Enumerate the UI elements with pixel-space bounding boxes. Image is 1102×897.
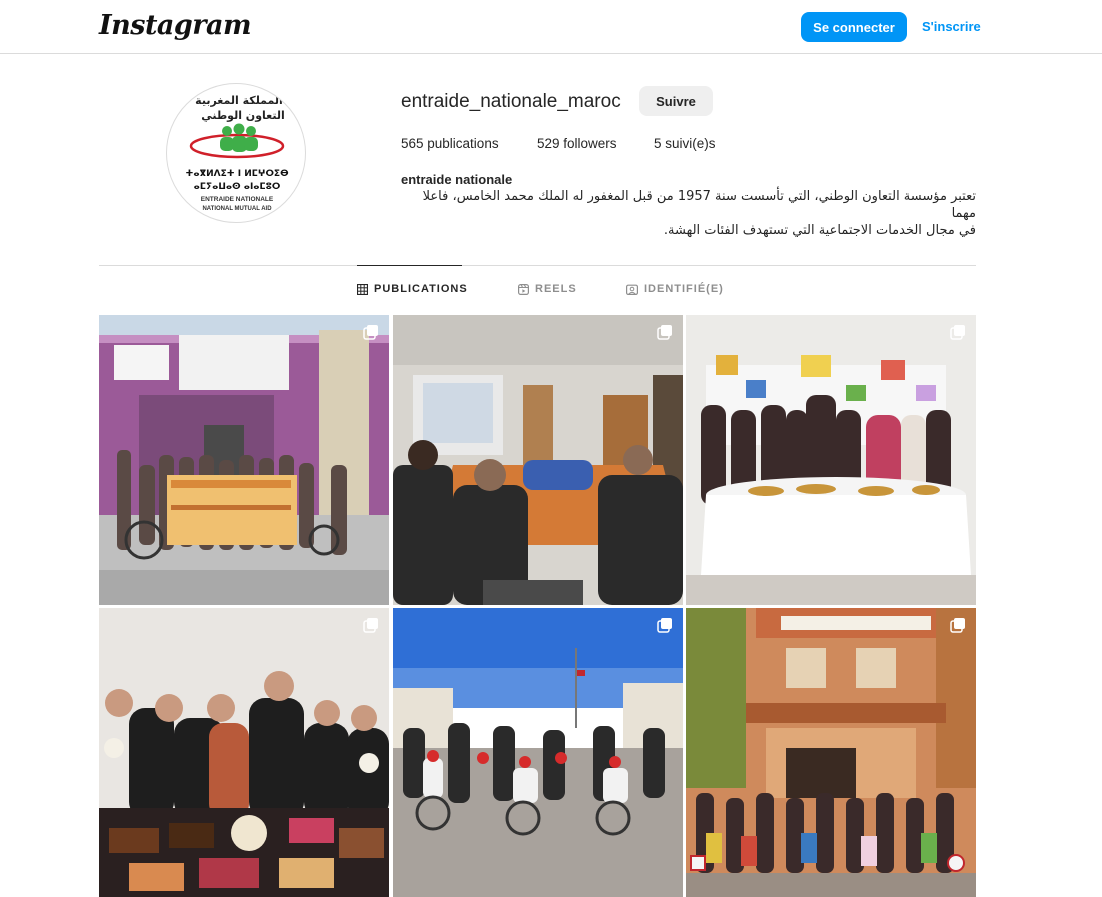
top-navigation-bar: Instagram Se connecter S'inscrire <box>0 0 1102 54</box>
post-thumbnail[interactable] <box>393 608 683 897</box>
stat-followers[interactable]: 529 followers <box>537 136 617 151</box>
logo-tifinagh-line-2: ⴰⵎⵢⴰⵡⴰⵙ ⴰⵏⴰⵎⵓⵔ <box>194 182 281 192</box>
bio-line: تعتبر مؤسسة التعاون الوطني، التي تأسست س… <box>422 189 976 221</box>
logo-french-line-2: NATIONAL MUTUAL AID <box>202 206 272 212</box>
tab-label: IDENTIFIÉ(E) <box>644 283 724 295</box>
instagram-logo[interactable]: Instagram <box>99 10 252 41</box>
carousel-icon <box>657 618 672 633</box>
bio-line: في مجال الخدمات الاجتماعية التي تستهدف ا… <box>663 223 976 238</box>
tagged-icon <box>626 284 638 295</box>
tabs-divider <box>99 265 976 266</box>
carousel-icon <box>950 325 965 340</box>
post-image <box>99 608 389 897</box>
tab-tagged[interactable]: IDENTIFIÉ(E) <box>626 283 724 295</box>
post-image <box>99 315 389 605</box>
carousel-icon <box>363 618 378 633</box>
logo-arabic-line-1: المملكة المغربية <box>195 94 283 107</box>
post-thumbnail[interactable] <box>393 315 683 605</box>
entraide-nationale-logo: المملكة المغربية التعاون الوطني ⵜⴰⴳⵍⴷⵉⵜ … <box>185 94 289 212</box>
follow-button[interactable]: Suivre <box>639 86 713 116</box>
logo-tifinagh-line-1: ⵜⴰⴳⵍⴷⵉⵜ ⵏ ⵍⵎⵖⵔⵉⴱ <box>185 169 289 179</box>
active-tab-indicator <box>357 265 462 266</box>
stat-following[interactable]: 5 suivi(e)s <box>654 136 716 151</box>
tab-label: REELS <box>535 283 577 295</box>
logo-french-line-1: ENTRAIDE NATIONALE <box>201 196 274 203</box>
post-image <box>393 315 683 605</box>
profile-avatar[interactable]: المملكة المغربية التعاون الوطني ⵜⴰⴳⵍⴷⵉⵜ … <box>166 83 306 223</box>
carousel-icon <box>950 618 965 633</box>
login-button[interactable]: Se connecter <box>801 12 907 42</box>
profile-full-name: entraide nationale <box>401 172 513 187</box>
tab-reels[interactable]: REELS <box>518 283 577 295</box>
profile-bio: تعتبر مؤسسة التعاون الوطني، التي تأسست س… <box>401 188 976 239</box>
signup-link[interactable]: S'inscrire <box>922 19 981 34</box>
tab-label: PUBLICATIONS <box>374 283 468 295</box>
post-image <box>686 608 976 897</box>
post-image <box>393 608 683 897</box>
tab-publications[interactable]: PUBLICATIONS <box>357 283 468 295</box>
profile-username: entraide_nationale_maroc <box>401 91 621 112</box>
post-thumbnail[interactable] <box>686 608 976 897</box>
post-thumbnail[interactable] <box>686 315 976 605</box>
logo-arabic-line-2: التعاون الوطني <box>201 109 285 122</box>
grid-icon <box>357 283 368 295</box>
carousel-icon <box>363 325 378 340</box>
reels-icon <box>518 283 529 295</box>
stat-posts: 565 publications <box>401 136 499 151</box>
logo-people-icon <box>189 123 285 159</box>
post-image <box>686 315 976 605</box>
carousel-icon <box>657 325 672 340</box>
post-thumbnail[interactable] <box>99 608 389 897</box>
post-thumbnail[interactable] <box>99 315 389 605</box>
